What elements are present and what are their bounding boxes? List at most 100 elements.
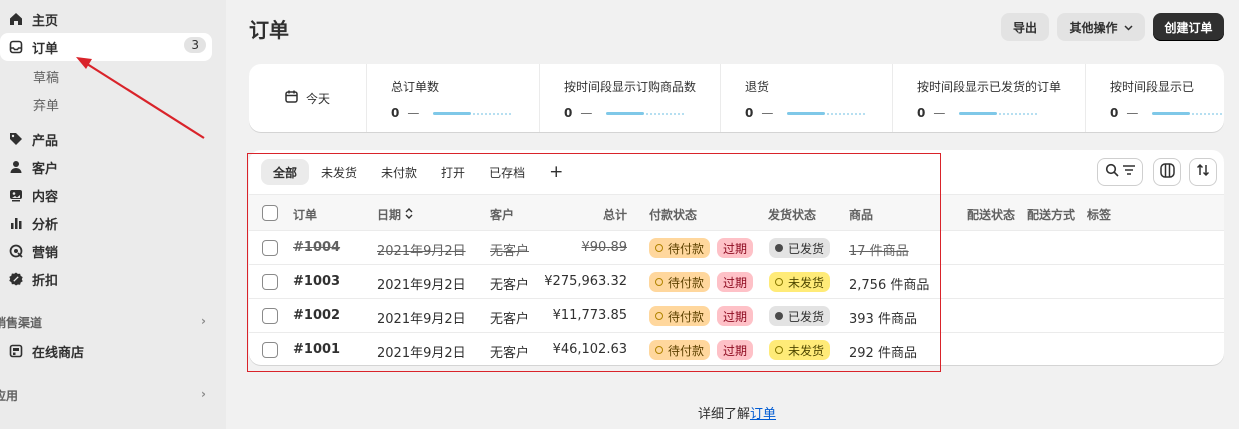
column-delivery-method[interactable]: 配送方式: [1027, 206, 1075, 223]
order-total: ¥275,963.32: [544, 274, 627, 289]
column-customer[interactable]: 客户: [490, 206, 514, 223]
stat-value: 0: [745, 106, 754, 120]
order-number[interactable]: #1001: [293, 342, 340, 357]
sort-button[interactable]: [1189, 158, 1217, 186]
sidebar-item-label: 营销: [32, 245, 59, 261]
column-fulfillment-status[interactable]: 发货状态: [768, 206, 816, 223]
stat-label: 按时间段显示已发货的订单: [917, 80, 1062, 94]
payment-status-badge: 待付款: [649, 238, 711, 258]
payment-status-label: 待付款: [668, 309, 705, 324]
tab-open[interactable]: 打开: [429, 159, 477, 185]
sidebar-item-analytics[interactable]: 分析: [0, 209, 58, 237]
order-date: 2021年9月2日: [377, 244, 466, 259]
order-customer: 无客户: [490, 278, 530, 293]
learn-more-text: 详细了解: [697, 407, 750, 422]
sidebar-item-content[interactable]: 内容: [0, 181, 58, 209]
payment-status-badge: 待付款: [649, 272, 711, 292]
order-number[interactable]: #1002: [293, 308, 340, 323]
chevron-right-icon: ›: [201, 387, 206, 401]
stat-total-orders[interactable]: 总订单数 0 —: [366, 64, 539, 132]
page-title: 订单: [249, 18, 289, 42]
overdue-badge: 过期: [717, 306, 754, 326]
table-row[interactable]: #1004 2021年9月2日 无客户 ¥90.89 待付款 过期 已发货 17…: [249, 231, 1224, 265]
apps-section[interactable]: 应用 ›: [0, 387, 206, 404]
row-checkbox[interactable]: [262, 274, 278, 290]
create-order-button[interactable]: 创建订单: [1153, 13, 1224, 41]
column-order[interactable]: 订单: [293, 206, 317, 223]
learn-more-orders-link[interactable]: 订单: [750, 407, 776, 422]
pending-ring-icon: [655, 278, 663, 286]
sort-arrows-icon: [1196, 163, 1210, 181]
column-tags[interactable]: 标签: [1087, 206, 1111, 223]
column-items[interactable]: 商品: [849, 206, 873, 223]
row-checkbox[interactable]: [262, 342, 278, 358]
tab-unpaid[interactable]: 未付款: [369, 159, 429, 185]
calendar-icon: [285, 90, 298, 106]
column-total[interactable]: 总计: [603, 206, 627, 223]
sales-channels-label: 销售渠道: [0, 316, 43, 330]
fulfillment-status-label: 已发货: [788, 309, 825, 324]
order-number[interactable]: #1004: [293, 240, 340, 255]
fulfillment-status-label: 未发货: [788, 275, 825, 290]
search-filter-button[interactable]: [1097, 158, 1143, 186]
row-checkbox[interactable]: [262, 240, 278, 256]
sparkline: [606, 109, 685, 117]
stat-ordered-items[interactable]: 按时间段显示订购商品数 0 —: [539, 64, 720, 132]
chevron-right-icon: ›: [201, 314, 206, 328]
order-items[interactable]: 292 件商品: [849, 342, 917, 361]
table-row[interactable]: #1001 2021年9月2日 无客户 ¥46,102.63 待付款 过期 未发…: [249, 333, 1224, 365]
sidebar-item-marketing[interactable]: 营销: [0, 237, 58, 265]
sidebar-item-label: 在线商店: [32, 345, 85, 361]
order-total: ¥90.89: [581, 240, 628, 255]
column-payment-status[interactable]: 付款状态: [649, 206, 697, 223]
export-button[interactable]: 导出: [1001, 13, 1049, 41]
select-all-checkbox[interactable]: [262, 205, 278, 221]
more-actions-label: 其他操作: [1069, 20, 1118, 35]
order-items[interactable]: 2,756 件商品: [849, 274, 929, 293]
overdue-badge: 过期: [717, 238, 754, 258]
payment-status-badge: 待付款: [649, 340, 711, 360]
payment-status-label: 待付款: [668, 241, 705, 256]
order-items[interactable]: 17 件商品: [849, 240, 909, 259]
tab-archived[interactable]: 已存档: [477, 159, 537, 185]
annotation-arrow: [76, 57, 205, 139]
tab-all[interactable]: 全部: [261, 159, 310, 185]
orders-table-card: 全部 未发货 未付款 打开 已存档 + 订单 日期 客户 总计 付款状态 发货状…: [249, 150, 1224, 365]
order-date: 2021年9月2日: [377, 278, 466, 293]
payment-status-label: 待付款: [668, 275, 705, 290]
pending-ring-icon: [655, 346, 663, 354]
stat-value: 0: [917, 106, 926, 120]
stat-label: 总订单数: [391, 80, 440, 94]
sidebar-item-online-store[interactable]: 在线商店: [0, 337, 84, 365]
sidebar-item-label: 分析: [32, 217, 59, 233]
pending-ring-icon: [655, 312, 663, 320]
more-actions-button[interactable]: 其他操作: [1057, 13, 1145, 41]
stat-returns[interactable]: 退货 0 —: [720, 64, 892, 132]
date-range-picker[interactable]: 今天: [249, 64, 366, 132]
column-date[interactable]: 日期: [377, 206, 413, 223]
content-icon: [6, 185, 26, 205]
pending-ring-icon: [655, 244, 663, 252]
stat-truncated[interactable]: 按时间段显示已 0 —: [1085, 64, 1224, 132]
tab-unfulfilled[interactable]: 未发货: [309, 159, 369, 185]
add-view-button[interactable]: +: [537, 159, 575, 185]
stat-value: 0: [564, 106, 573, 120]
sidebar-item-label: 折扣: [32, 273, 59, 289]
order-number[interactable]: #1003: [293, 274, 340, 289]
stat-label: 按时间段显示订购商品数: [564, 80, 697, 94]
apps-label: 应用: [0, 389, 19, 403]
sales-channels-section[interactable]: 销售渠道 ›: [0, 314, 206, 331]
overdue-badge: 过期: [717, 340, 754, 360]
table-row[interactable]: #1003 2021年9月2日 无客户 ¥275,963.32 待付款 过期 未…: [249, 265, 1224, 299]
stat-dash: —: [407, 106, 420, 120]
stat-fulfilled-orders[interactable]: 按时间段显示已发货的订单 0 —: [892, 64, 1085, 132]
filter-icon: [1122, 164, 1136, 180]
column-delivery-status[interactable]: 配送状态: [967, 206, 1015, 223]
sidebar-item-discounts[interactable]: 折扣: [0, 265, 58, 293]
fulfillment-status-label: 已发货: [788, 241, 825, 256]
table-row[interactable]: #1002 2021年9月2日 无客户 ¥11,773.85 待付款 过期 已发…: [249, 299, 1224, 333]
order-items[interactable]: 393 件商品: [849, 308, 917, 327]
target-icon: [6, 241, 26, 261]
row-checkbox[interactable]: [262, 308, 278, 324]
columns-button[interactable]: [1153, 158, 1181, 186]
